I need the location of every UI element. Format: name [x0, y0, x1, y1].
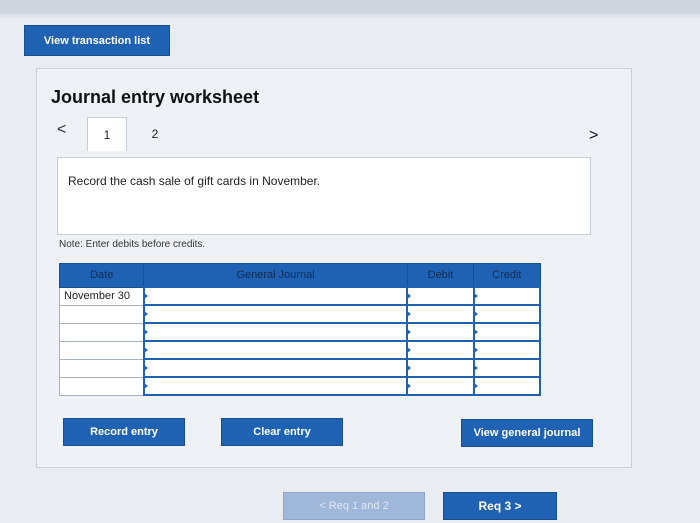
clear-entry-button[interactable]: Clear entry: [221, 418, 343, 446]
prev-requirement-button[interactable]: < Req 1 and 2: [283, 492, 425, 520]
tab-2[interactable]: 2: [135, 117, 175, 151]
date-cell: [58, 358, 145, 378]
top-divider: [0, 14, 700, 18]
table-row: [58, 304, 542, 324]
table-row: [58, 358, 542, 378]
record-entry-button[interactable]: Record entry: [63, 418, 185, 446]
credit-input[interactable]: [472, 304, 542, 324]
chevron-left-icon[interactable]: <: [57, 121, 66, 139]
table-row: [58, 376, 542, 396]
debit-input[interactable]: [406, 340, 475, 360]
account-input[interactable]: [142, 340, 409, 360]
chevron-right-icon[interactable]: >: [589, 127, 598, 145]
debit-input[interactable]: [406, 286, 475, 306]
debit-input[interactable]: [406, 304, 475, 324]
credit-input[interactable]: [472, 376, 542, 396]
next-requirement-button[interactable]: Req 3 >: [443, 492, 557, 520]
column-header-credit: Credit: [473, 263, 541, 288]
tab-1[interactable]: 1: [87, 117, 127, 151]
credit-input[interactable]: [472, 358, 542, 378]
view-transaction-list-button[interactable]: View transaction list: [24, 25, 170, 56]
credit-input[interactable]: [472, 340, 542, 360]
account-input[interactable]: [142, 322, 409, 342]
credit-input[interactable]: [472, 322, 542, 342]
account-input[interactable]: [142, 286, 409, 306]
journal-entry-worksheet-panel: Journal entry worksheet < 1 2 > Record t…: [36, 68, 632, 468]
top-bar: [0, 0, 700, 14]
account-input[interactable]: [142, 376, 409, 396]
worksheet-title: Journal entry worksheet: [51, 87, 260, 107]
task-description: Record the cash sale of gift cards in No…: [57, 157, 591, 235]
view-general-journal-button[interactable]: View general journal: [461, 419, 593, 447]
date-cell: [58, 322, 145, 342]
date-cell: [58, 376, 145, 396]
journal-header-row: Date General Journal Debit Credit: [58, 263, 541, 288]
credit-input[interactable]: [472, 286, 542, 306]
task-text: Record the cash sale of gift cards in No…: [68, 174, 321, 188]
account-input[interactable]: [142, 304, 409, 324]
debit-input[interactable]: [406, 358, 475, 378]
table-row: November 30: [58, 286, 542, 306]
table-row: [58, 340, 542, 360]
note-text: Note: Enter debits before credits.: [59, 239, 206, 250]
table-row: [58, 322, 542, 342]
account-input[interactable]: [142, 358, 409, 378]
debit-input[interactable]: [406, 322, 475, 342]
column-header-date: Date: [58, 263, 145, 288]
debit-input[interactable]: [406, 376, 475, 396]
journal-table: Date General Journal Debit Credit Novemb…: [58, 263, 542, 396]
date-cell: November 30: [58, 286, 145, 306]
date-cell: [58, 340, 145, 360]
column-header-debit: Debit: [406, 263, 475, 288]
date-cell: [58, 304, 145, 324]
column-header-general-journal: General Journal: [143, 263, 408, 288]
